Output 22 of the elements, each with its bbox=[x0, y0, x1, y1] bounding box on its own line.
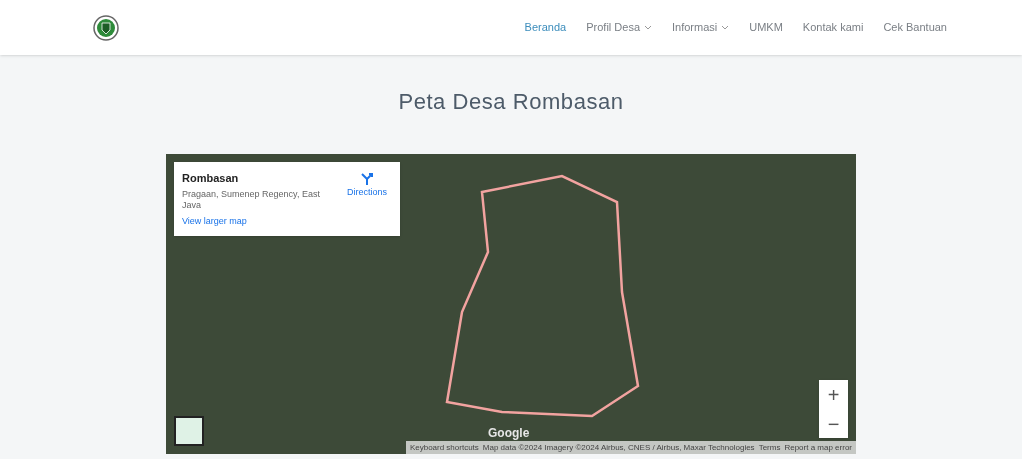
map-type-toggle[interactable] bbox=[174, 416, 204, 446]
map-attribution: Map data ©2024 Imagery ©2024 Airbus, CNES / Airbus, Maxar Technologies bbox=[482, 441, 755, 454]
view-larger-map-link[interactable]: View larger map bbox=[182, 214, 334, 228]
village-emblem-icon[interactable] bbox=[93, 14, 119, 41]
nav-link[interactable]: Beranda bbox=[524, 19, 567, 36]
map-footer-link[interactable]: Terms bbox=[758, 441, 781, 454]
nav-link[interactable]: Profil Desa bbox=[586, 19, 652, 36]
nav-link[interactable]: UMKM bbox=[749, 19, 783, 36]
nav-link[interactable]: Informasi bbox=[672, 19, 730, 36]
map-footer-link[interactable]: Keyboard shortcuts bbox=[409, 441, 479, 454]
directions-icon bbox=[360, 172, 374, 186]
page-title: Peta Desa Rombasan bbox=[398, 88, 624, 116]
nav-link[interactable]: Cek Bantuan bbox=[883, 19, 947, 36]
map-footer-link[interactable]: Report a map error bbox=[784, 441, 852, 454]
zoom-out-button[interactable]: − bbox=[819, 409, 848, 438]
place-name: Rombasan bbox=[182, 171, 240, 186]
directions-link[interactable]: Directions bbox=[342, 170, 392, 228]
place-address: Pragaan, Sumenep Regency, East Java bbox=[182, 188, 321, 211]
nav-link[interactable]: Kontak kami bbox=[802, 19, 864, 36]
satellite-map[interactable]: Rombasan Pragaan, Sumenep Regency, East Java View larger map Directions + − Google Keyboard shortcuts Map data ©2024 Imagery ©2024 Airbus, CNES / Airbus, Maxar Technologies Terms Report a map error bbox=[166, 154, 856, 454]
zoom-in-button[interactable]: + bbox=[819, 380, 848, 409]
map-logo: Google bbox=[488, 425, 530, 442]
